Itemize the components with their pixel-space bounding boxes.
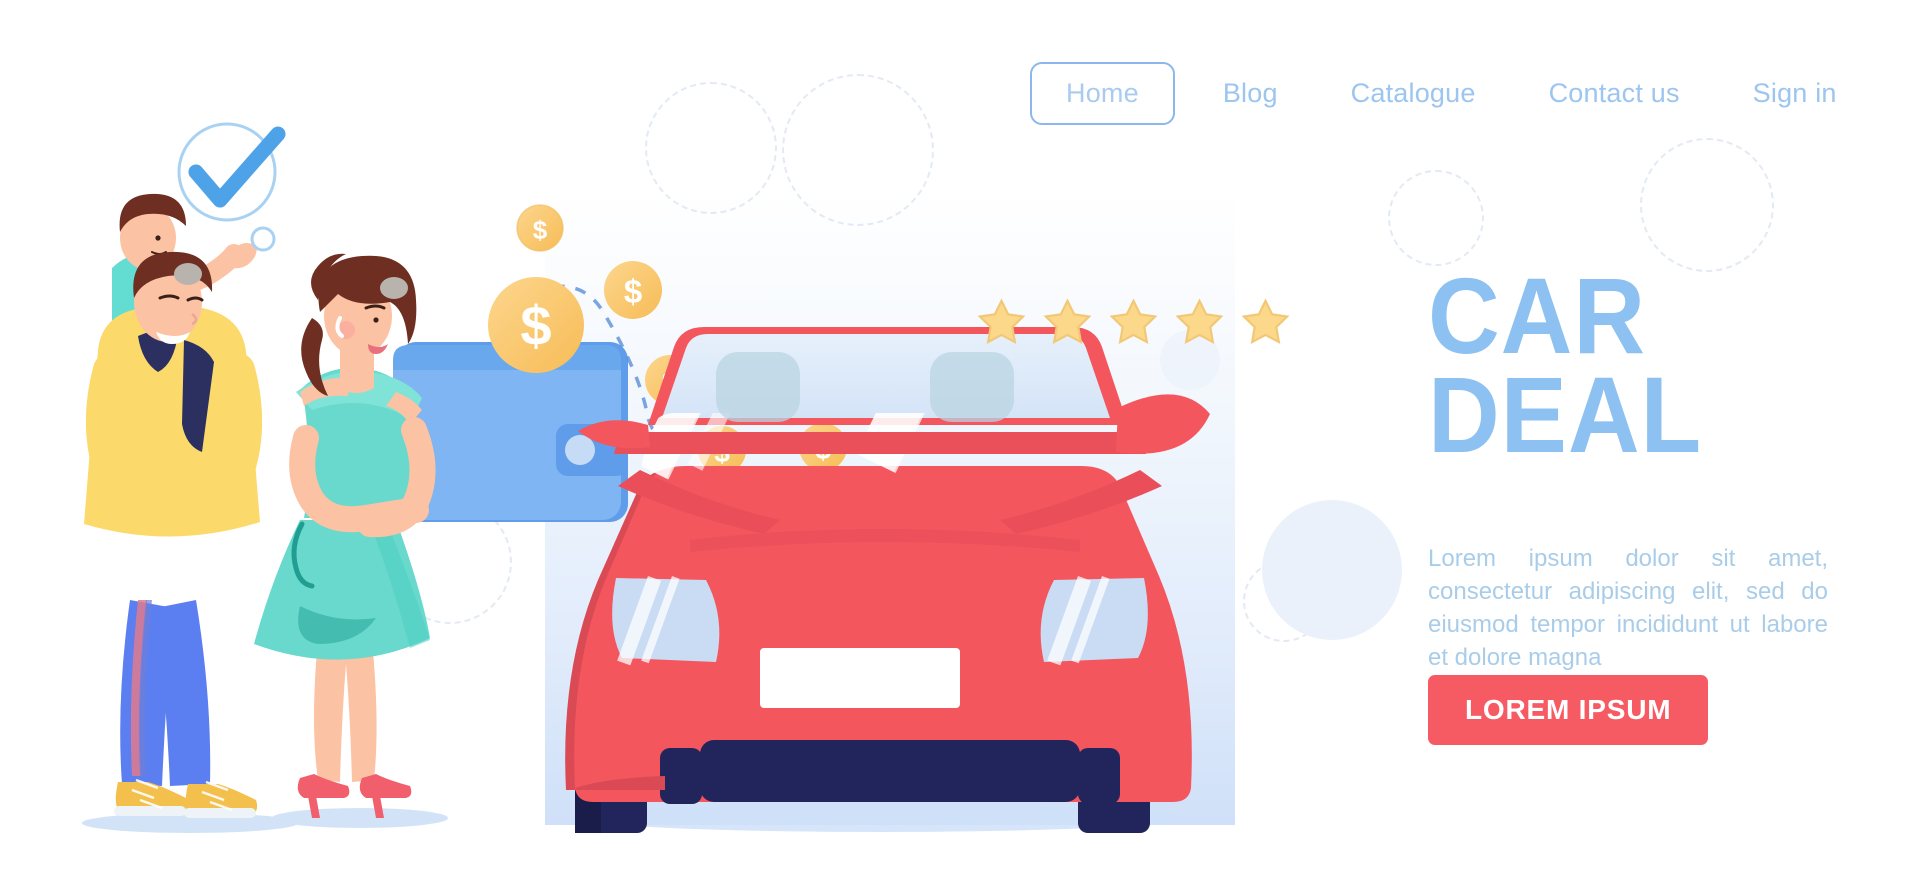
man-with-child-illustration [82, 193, 298, 833]
headline-line-2: DEAL [1428, 354, 1703, 476]
decor-soft-circle-1 [1262, 500, 1402, 640]
nav-item-contact-us[interactable]: Contact us [1549, 78, 1680, 109]
star-icon [1109, 298, 1158, 344]
nav-item-sign-in[interactable]: Sign in [1753, 78, 1837, 109]
star-icon [1241, 298, 1290, 344]
decor-dashed-circle-3 [1640, 138, 1774, 272]
headline-line-1: CAR [1428, 255, 1647, 376]
nav-item-blog[interactable]: Blog [1223, 78, 1278, 109]
star-icon [1175, 298, 1224, 344]
hero-paragraph: Lorem ipsum dolor sit amet, consectetur … [1428, 545, 1828, 672]
hero-background-panel [545, 190, 1235, 825]
nav-item-catalogue[interactable]: Catalogue [1351, 78, 1476, 109]
checkmark-thought-bubble [177, 122, 286, 252]
main-navigation[interactable]: Home Blog Catalogue Contact us Sign in [1030, 62, 1837, 125]
cta-button[interactable]: LOREM IPSUM [1428, 675, 1709, 745]
decor-dashed-circle-1 [645, 82, 777, 214]
decor-dashed-circle-2 [782, 74, 934, 226]
decor-dashed-circle-6 [388, 500, 512, 624]
star-icon [977, 298, 1026, 344]
decor-dashed-circle-4 [1388, 170, 1484, 266]
page-title: CAR DEAL [1428, 255, 1814, 476]
nav-item-home[interactable]: Home [1030, 62, 1175, 125]
star-rating [975, 296, 1292, 349]
page-root: $ $ $ $ $ $ Home Blog Catalogue Contact … [0, 0, 1920, 890]
star-icon [1043, 298, 1092, 344]
